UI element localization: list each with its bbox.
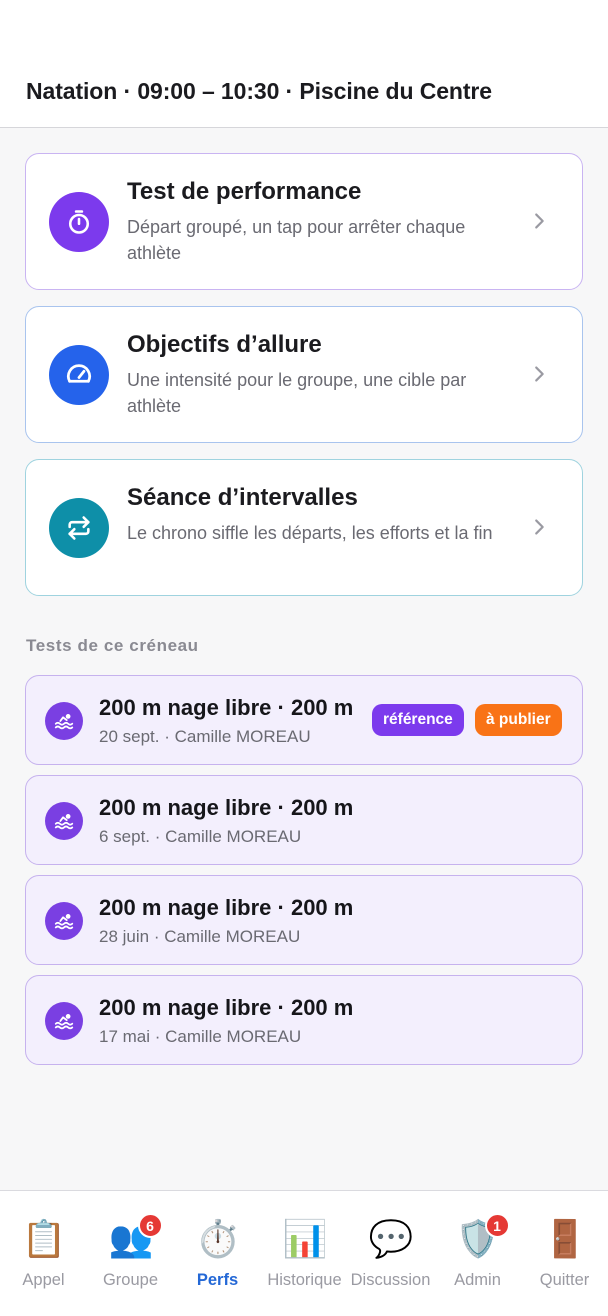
test-meta: 28 juin · Camille MOREAU: [99, 927, 301, 946]
clipboard-icon: 📋: [21, 1218, 67, 1259]
stopwatch-icon: [49, 192, 109, 252]
to-publish-badge: à publier: [475, 704, 562, 736]
nav-item-discussion[interactable]: 💬 Discussion: [347, 1191, 434, 1316]
notification-badge: 6: [137, 1213, 163, 1238]
repeat-icon: [49, 498, 109, 558]
swimming-icon: [45, 702, 83, 740]
stopwatch-icon: ⏱️: [195, 1218, 241, 1259]
nav-item-admin[interactable]: 🛡️ 1 Admin: [434, 1191, 521, 1316]
bar-chart-icon: 📊: [282, 1218, 328, 1259]
test-title: 200 m nage libre · 200 m: [99, 795, 354, 820]
mode-card-performance-test[interactable]: Test de performance Départ groupé, un ta…: [25, 153, 583, 290]
mode-title: Objectifs d’allure: [127, 331, 322, 358]
test-meta: 20 sept. · Camille MOREAU: [99, 727, 311, 746]
app-root: Natation · 09:00 – 10:30 · Piscine du Ce…: [0, 0, 608, 1316]
nav-item-perfs[interactable]: ⏱️ Perfs: [174, 1191, 261, 1316]
people-icon: 👥 6: [109, 1213, 163, 1261]
test-title: 200 m nage libre · 200 m: [99, 895, 354, 920]
mode-description: Le chrono siffle les départs, les effort…: [127, 523, 493, 543]
test-list-item[interactable]: 200 m nage libre · 200 m 28 juin · Camil…: [25, 875, 583, 965]
mode-description: Départ groupé, un tap pour arrêter chaqu…: [127, 217, 466, 263]
bottom-navigation: 📋 Appel 👥 6 Groupe ⏱️ Perfs 📊 Historique…: [0, 1190, 608, 1316]
nav-label: Historique: [267, 1271, 342, 1289]
nav-label: Admin: [454, 1271, 501, 1289]
app-header: Natation · 09:00 – 10:30 · Piscine du Ce…: [0, 0, 608, 128]
speech-bubble-icon: 💬: [368, 1218, 414, 1259]
swimming-icon: [45, 1002, 83, 1040]
door-icon: 🚪: [542, 1218, 588, 1259]
nav-item-historique[interactable]: 📊 Historique: [261, 1191, 348, 1316]
nav-label: Appel: [22, 1271, 65, 1289]
nav-item-groupe[interactable]: 👥 6 Groupe: [87, 1191, 174, 1316]
nav-label: Quitter: [539, 1271, 590, 1289]
test-meta: 6 sept. · Camille MOREAU: [99, 827, 302, 846]
mode-card-pace-targets[interactable]: Objectifs d’allure Une intensité pour le…: [25, 306, 583, 443]
nav-item-quitter[interactable]: 🚪 Quitter: [521, 1191, 608, 1316]
chevron-right-icon: [535, 366, 544, 382]
mode-card-interval-session[interactable]: Séance d’intervalles Le chrono siffle le…: [25, 459, 583, 596]
swimming-icon: [45, 902, 83, 940]
test-list-item[interactable]: 200 m nage libre · 200 m 17 mai · Camill…: [25, 975, 583, 1065]
page-title: Natation · 09:00 – 10:30 · Piscine du Ce…: [26, 78, 492, 104]
nav-label: Groupe: [102, 1271, 159, 1289]
nav-item-appel[interactable]: 📋 Appel: [0, 1191, 87, 1316]
mode-title: Séance d’intervalles: [127, 484, 358, 511]
test-title: 200 m nage libre · 200 m: [99, 695, 354, 720]
swimming-icon: [45, 802, 83, 840]
chevron-right-icon: [535, 213, 544, 229]
test-meta: 17 mai · Camille MOREAU: [99, 1027, 302, 1046]
section-label: Tests de ce créneau: [26, 636, 199, 655]
mode-description: Une intensité pour le groupe, une cible …: [127, 370, 467, 416]
test-list-item[interactable]: 200 m nage libre · 200 m 6 sept. · Camil…: [25, 775, 583, 865]
nav-label: Discussion: [350, 1271, 431, 1289]
reference-badge: référence: [372, 704, 464, 736]
test-title: 200 m nage libre · 200 m: [99, 995, 354, 1020]
speedometer-icon: [49, 345, 109, 405]
test-list-item[interactable]: 200 m nage libre · 200 m 20 sept. · Cami…: [25, 675, 583, 765]
shield-icon: 🛡️ 1: [456, 1213, 510, 1261]
nav-label: Perfs: [196, 1271, 239, 1289]
chevron-right-icon: [535, 519, 544, 535]
notification-badge: 1: [484, 1213, 510, 1238]
mode-title: Test de performance: [127, 178, 362, 205]
